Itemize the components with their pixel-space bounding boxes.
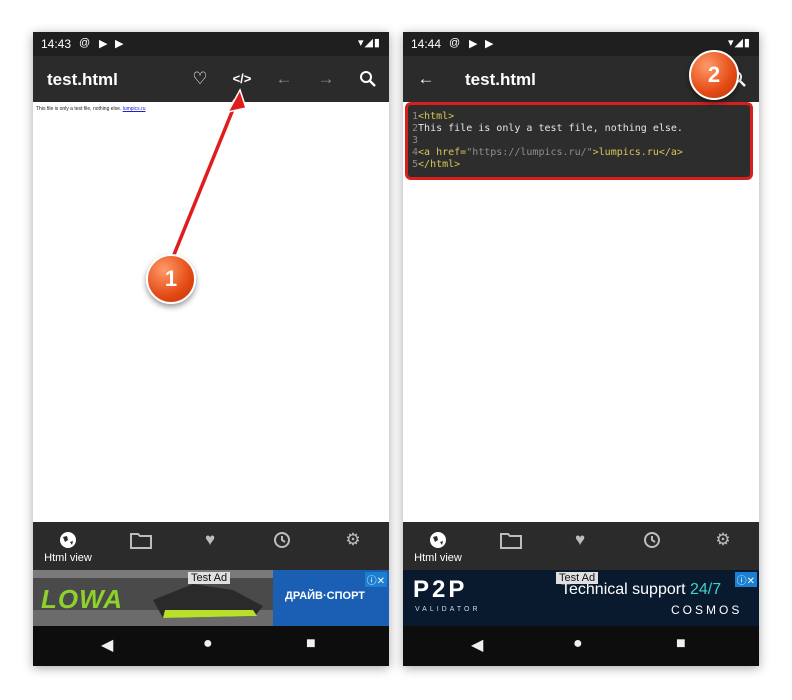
- step-badge-2: 2: [689, 50, 739, 100]
- step-badge-1: 1: [146, 254, 196, 304]
- annotation-overlay: [167, 88, 247, 266]
